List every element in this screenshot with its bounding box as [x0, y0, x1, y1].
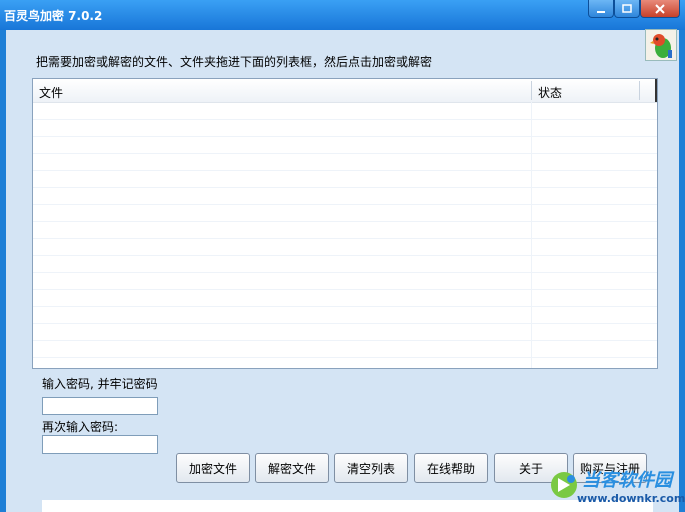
confirm-password-field[interactable] — [42, 435, 158, 454]
password-label: 输入密码, 并牢记密码 — [42, 377, 158, 391]
parrot-logo-icon — [645, 29, 677, 61]
maximize-icon — [622, 3, 632, 13]
decrypt-button[interactable]: 解密文件 — [255, 453, 329, 483]
row-gridline — [33, 272, 657, 273]
column-separator[interactable] — [531, 81, 532, 100]
row-gridline — [33, 204, 657, 205]
list-header: 文件 状态 — [33, 79, 657, 103]
maximize-button[interactable] — [614, 0, 640, 18]
confirm-password-label: 再次输入密码: — [42, 420, 119, 434]
row-gridline — [33, 238, 657, 239]
row-gridline — [33, 153, 657, 154]
clear-list-button[interactable]: 清空列表 — [334, 453, 408, 483]
row-gridline — [33, 306, 657, 307]
row-gridline — [33, 136, 657, 137]
window-title: 百灵鸟加密 7.0.2 — [4, 9, 103, 23]
row-gridline — [33, 357, 657, 358]
row-gridline — [33, 340, 657, 341]
close-icon — [655, 3, 665, 14]
minimize-icon — [597, 10, 605, 13]
row-gridline — [33, 289, 657, 290]
column-separator[interactable] — [639, 81, 640, 100]
column-gridline — [531, 102, 532, 368]
password-field[interactable] — [42, 397, 158, 415]
row-gridline — [33, 187, 657, 188]
close-button[interactable] — [640, 0, 680, 18]
title-bar — [0, 0, 685, 30]
file-list[interactable]: 文件 状态 — [32, 78, 658, 369]
minimize-button[interactable] — [588, 0, 614, 18]
row-gridline — [33, 170, 657, 171]
online-help-button[interactable]: 在线帮助 — [414, 453, 488, 483]
row-gridline — [33, 119, 657, 120]
encrypt-button[interactable]: 加密文件 — [176, 453, 250, 483]
watermark-logo-icon — [551, 472, 577, 498]
header-edge — [655, 79, 657, 102]
column-header-status[interactable]: 状态 — [538, 84, 562, 101]
row-gridline — [33, 221, 657, 222]
column-header-file[interactable]: 文件 — [39, 84, 63, 101]
instruction-text: 把需要加密或解密的文件、文件夹拖进下面的列表框，然后点击加密或解密 — [36, 55, 433, 69]
watermark: 当客软件园 www.downkr.com — [549, 466, 685, 512]
row-gridline — [33, 323, 657, 324]
watermark-url: www.downkr.com — [577, 492, 685, 505]
watermark-title: 当客软件园 — [582, 470, 672, 491]
row-gridline — [33, 255, 657, 256]
